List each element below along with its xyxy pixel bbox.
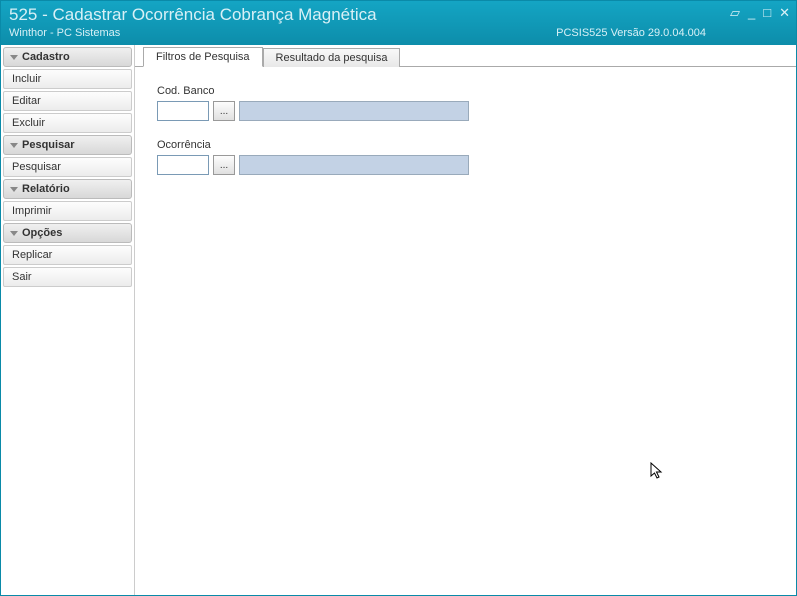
field-group-codbanco: Cod. Banco ...: [157, 85, 774, 121]
display-ocorrencia: [239, 155, 469, 175]
input-ocorrencia[interactable]: [157, 155, 209, 175]
cursor-icon: [650, 462, 666, 482]
chevron-down-icon: [10, 55, 18, 60]
window-controls: ▱ _ □ ✕: [730, 5, 790, 21]
minimize-icon[interactable]: _: [748, 5, 755, 21]
close-icon[interactable]: ✕: [779, 5, 790, 21]
chevron-down-icon: [10, 231, 18, 236]
tab-filtros[interactable]: Filtros de Pesquisa: [143, 47, 263, 67]
restore-icon[interactable]: ▱: [730, 5, 740, 21]
version-label: PCSIS525 Versão 29.0.04.004: [556, 27, 706, 39]
sidebar-item-imprimir[interactable]: Imprimir: [3, 201, 132, 221]
window-title: 525 - Cadastrar Ocorrência Cobrança Magn…: [9, 5, 788, 25]
tab-content: Cod. Banco ... Ocorrência ...: [135, 67, 796, 595]
sidebar-item-editar[interactable]: Editar: [3, 91, 132, 111]
sidebar-header-label: Cadastro: [22, 51, 70, 63]
sidebar-header-label: Opções: [22, 227, 62, 239]
tab-bar: Filtros de Pesquisa Resultado da pesquis…: [135, 45, 796, 67]
display-codbanco: [239, 101, 469, 121]
sidebar-header-label: Relatório: [22, 183, 70, 195]
titlebar: 525 - Cadastrar Ocorrência Cobrança Magn…: [1, 1, 796, 45]
field-row: ...: [157, 101, 774, 121]
window-body: Cadastro Incluir Editar Excluir Pesquisa…: [1, 45, 796, 595]
main-area: Filtros de Pesquisa Resultado da pesquis…: [135, 45, 796, 595]
lookup-button-codbanco[interactable]: ...: [213, 101, 235, 121]
sidebar-header-cadastro[interactable]: Cadastro: [3, 47, 132, 67]
app-window: 525 - Cadastrar Ocorrência Cobrança Magn…: [0, 0, 797, 596]
maximize-icon[interactable]: □: [763, 5, 771, 21]
sidebar-item-incluir[interactable]: Incluir: [3, 69, 132, 89]
chevron-down-icon: [10, 143, 18, 148]
lookup-button-ocorrencia[interactable]: ...: [213, 155, 235, 175]
sidebar-item-replicar[interactable]: Replicar: [3, 245, 132, 265]
field-row: ...: [157, 155, 774, 175]
input-codbanco[interactable]: [157, 101, 209, 121]
sidebar: Cadastro Incluir Editar Excluir Pesquisa…: [1, 45, 135, 595]
sidebar-header-opcoes[interactable]: Opções: [3, 223, 132, 243]
tab-resultado[interactable]: Resultado da pesquisa: [263, 48, 401, 67]
sidebar-item-excluir[interactable]: Excluir: [3, 113, 132, 133]
chevron-down-icon: [10, 187, 18, 192]
sidebar-item-pesquisar[interactable]: Pesquisar: [3, 157, 132, 177]
sidebar-item-sair[interactable]: Sair: [3, 267, 132, 287]
sidebar-header-relatorio[interactable]: Relatório: [3, 179, 132, 199]
sidebar-header-pesquisar[interactable]: Pesquisar: [3, 135, 132, 155]
label-codbanco: Cod. Banco: [157, 85, 774, 97]
sidebar-header-label: Pesquisar: [22, 139, 75, 151]
field-group-ocorrencia: Ocorrência ...: [157, 139, 774, 175]
label-ocorrencia: Ocorrência: [157, 139, 774, 151]
